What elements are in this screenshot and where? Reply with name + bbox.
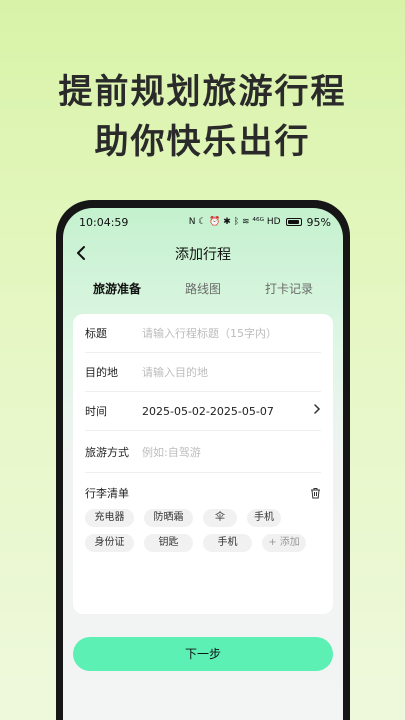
luggage-chip[interactable]: 钥匙 <box>144 534 193 552</box>
page-title: 添加行程 <box>175 247 231 263</box>
time-label: 时间 <box>85 405 107 418</box>
tab-travel-prep[interactable]: 旅游准备 <box>93 280 141 299</box>
status-bar: 10:04:59 N ☾ ⏰ ✱ ᛒ ≋ ⁴⁶ᴳ HD 95% <box>63 208 343 236</box>
destination-row[interactable]: 目的地 请输入目的地 <box>85 353 321 392</box>
tab-checkin-records[interactable]: 打卡记录 <box>265 280 313 297</box>
title-label: 标题 <box>85 327 107 340</box>
luggage-chip[interactable]: 伞 <box>203 509 237 527</box>
nav-bar: 添加行程 <box>63 236 343 272</box>
trash-icon[interactable] <box>310 487 321 499</box>
tab-route-map[interactable]: 路线图 <box>185 280 221 297</box>
trip-form-card: 标题 请输入行程标题（15字内） 目的地 请输入目的地 时间 2025-05-0… <box>73 314 333 614</box>
time-value[interactable]: 2025-05-02-2025-05-07 <box>142 405 313 418</box>
luggage-chip[interactable]: 身份证 <box>85 534 134 552</box>
title-input[interactable]: 请输入行程标题（15字内） <box>142 325 321 341</box>
chevron-left-icon <box>77 246 85 260</box>
battery-percent: 95% <box>306 215 331 229</box>
next-step-button[interactable]: 下一步 <box>73 637 333 671</box>
back-button[interactable] <box>75 242 87 266</box>
status-time: 10:04:59 <box>79 215 129 229</box>
battery-icon <box>285 218 302 226</box>
luggage-chip[interactable]: 手机 <box>247 509 281 527</box>
promo-headline-line2: 助你快乐出行 <box>94 122 311 162</box>
luggage-chip[interactable]: 防晒霜 <box>144 509 193 527</box>
time-row[interactable]: 时间 2025-05-02-2025-05-07 <box>85 392 321 431</box>
phone-screen: 10:04:59 N ☾ ⏰ ✱ ᛒ ≋ ⁴⁶ᴳ HD 95% 添加行程 旅游准… <box>63 208 343 720</box>
travel-mode-input[interactable]: 例如:自驾游 <box>142 444 321 460</box>
destination-label: 目的地 <box>85 366 118 379</box>
destination-input[interactable]: 请输入目的地 <box>142 364 321 380</box>
travel-mode-label: 旅游方式 <box>85 445 129 459</box>
tab-bar: 旅游准备 路线图 打卡记录 <box>63 274 343 302</box>
promo-headline-line1: 提前规划旅游行程 <box>58 72 347 112</box>
luggage-header: 行李清单 <box>85 485 321 501</box>
luggage-chip[interactable]: 充电器 <box>85 509 134 527</box>
add-luggage-button[interactable]: + 添加 <box>262 534 306 552</box>
status-icons: N ☾ ⏰ ✱ ᛒ ≋ ⁴⁶ᴳ HD 95% <box>189 216 331 229</box>
title-row[interactable]: 标题 请输入行程标题（15字内） <box>85 314 321 353</box>
status-icons-text: N ☾ ⏰ ✱ ᛒ ≋ ⁴⁶ᴳ HD <box>188 217 281 227</box>
luggage-list: 充电器 防晒霜 伞 手机 身份证 钥匙 手机 + 添加 <box>85 509 321 552</box>
phone-frame: 10:04:59 N ☾ ⏰ ✱ ᛒ ≋ ⁴⁶ᴳ HD 95% 添加行程 旅游准… <box>56 200 350 720</box>
travel-mode-row[interactable]: 旅游方式 例如:自驾游 <box>85 431 321 473</box>
luggage-chip[interactable]: 手机 <box>203 534 252 552</box>
luggage-label: 行李清单 <box>85 487 129 500</box>
chevron-right-icon <box>313 403 321 419</box>
